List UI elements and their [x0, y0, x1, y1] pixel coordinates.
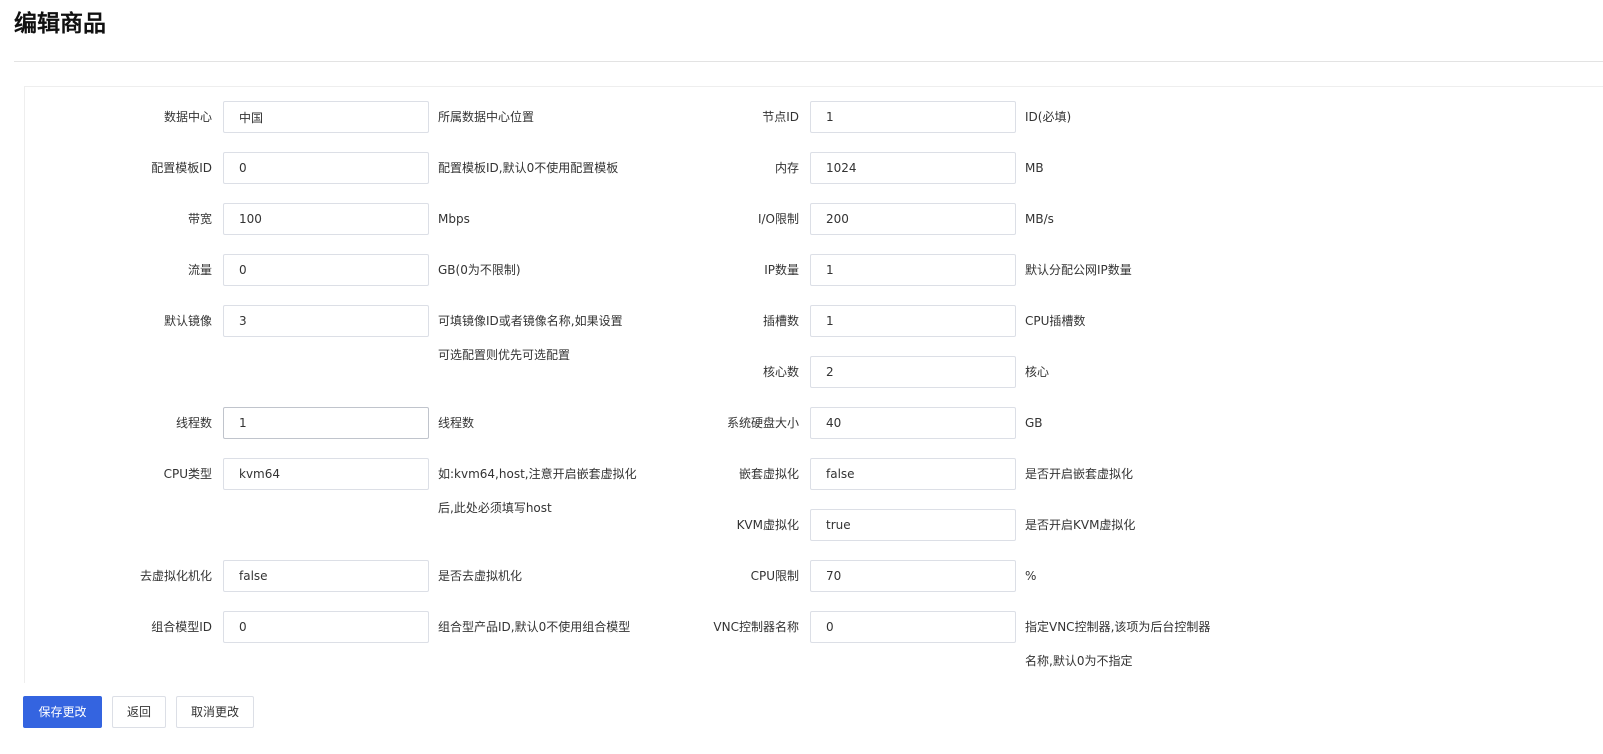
field-input-right-9[interactable]: [810, 509, 1016, 541]
field-hint-line: 名称,默认0为不指定: [1025, 654, 1133, 668]
field-hint-line: 默认分配公网IP数量: [1025, 263, 1132, 277]
form-row-right-1: 节点ID ID(必填): [25, 101, 1603, 133]
field-label: 插槽数: [762, 314, 799, 328]
field-hint-line: ID(必填): [1025, 110, 1072, 124]
title-divider: [14, 61, 1603, 62]
cancel-changes-button[interactable]: 取消更改: [176, 696, 254, 728]
form-row-right-6: 核心数 核心: [25, 356, 1603, 388]
form-row-right-10: CPU限制%: [25, 560, 1603, 592]
field-hint: 指定VNC控制器,该项为后台控制器 名称,默认0为不指定: [1025, 611, 1210, 668]
field-hint: 是否开启嵌套虚拟化: [1025, 458, 1133, 490]
field-label: 嵌套虚拟化: [738, 467, 799, 481]
field-hint-line: 是否开启KVM虚拟化: [1025, 518, 1136, 532]
field-input-right-10[interactable]: [810, 560, 1016, 592]
product-edit-form: 数据中心所属数据中心位置配置模板ID配置模板ID,默认0不使用配置模板带宽Mbp…: [24, 86, 1603, 683]
field-hint-line: 是否开启嵌套虚拟化: [1025, 467, 1134, 481]
field-label: 节点ID: [762, 110, 799, 124]
form-row-right-4: IP数量 默认分配公网IP数量: [25, 254, 1603, 286]
field-hint-line: CPU插槽数: [1025, 314, 1086, 328]
field-hint: CPU插槽数: [1025, 305, 1085, 337]
field-hint: GB: [1025, 407, 1043, 439]
form-row-right-9: KVM虚拟化 是否开启KVM虚拟化: [25, 509, 1603, 541]
form-row-right-8: 嵌套虚拟化 是否开启嵌套虚拟化: [25, 458, 1603, 490]
field-input-right-2[interactable]: [810, 152, 1016, 184]
field-input-right-5[interactable]: [810, 305, 1016, 337]
field-hint-line: MB: [1025, 161, 1044, 175]
field-hint: ID(必填): [1025, 101, 1071, 133]
field-label: 核心数: [762, 365, 799, 379]
field-input-right-8[interactable]: [810, 458, 1016, 490]
field-input-right-1[interactable]: [810, 101, 1016, 133]
field-input-right-6[interactable]: [810, 356, 1016, 388]
field-label: I/O限制: [757, 212, 799, 226]
field-label: KVM虚拟化: [736, 518, 799, 532]
form-row-right-5: 插槽数 CPU插槽数: [25, 305, 1603, 337]
field-label: 系统硬盘大小: [726, 416, 799, 430]
field-hint: 是否开启KVM虚拟化: [1025, 509, 1135, 541]
field-label: CPU限制: [750, 569, 799, 583]
form-row-right-3: I/O限制 MB/s: [25, 203, 1603, 235]
field-hint: 核心: [1025, 356, 1049, 388]
field-hint: 默认分配公网IP数量: [1025, 254, 1132, 286]
form-row-right-7: 系统硬盘大小 GB: [25, 407, 1603, 439]
page-title: 编辑商品: [14, 11, 106, 37]
field-hint-line: %: [1025, 569, 1037, 583]
field-label: VNC控制器名称: [713, 620, 799, 634]
field-input-right-11[interactable]: [810, 611, 1016, 643]
back-button[interactable]: 返回: [112, 696, 166, 728]
field-hint: %: [1025, 560, 1036, 592]
field-hint: MB/s: [1025, 203, 1054, 235]
field-input-right-4[interactable]: [810, 254, 1016, 286]
form-actions: 保存更改 返回 取消更改: [0, 683, 1603, 754]
form-row-right-2: 内存 MB: [25, 152, 1603, 184]
field-label: IP数量: [764, 263, 799, 277]
field-hint-line: 核心: [1025, 365, 1050, 379]
field-input-right-7[interactable]: [810, 407, 1016, 439]
field-hint: MB: [1025, 152, 1044, 184]
field-hint-line: GB: [1025, 416, 1043, 430]
field-input-right-3[interactable]: [810, 203, 1016, 235]
field-hint-line: 指定VNC控制器,该项为后台控制器: [1025, 620, 1211, 634]
field-hint-line: MB/s: [1025, 212, 1054, 226]
form-row-right-11: VNC控制器名称 指定VNC控制器,该项为后台控制器名称,默认0为不指定: [25, 611, 1603, 668]
field-label: 内存: [774, 161, 799, 175]
save-changes-button[interactable]: 保存更改: [23, 696, 102, 728]
